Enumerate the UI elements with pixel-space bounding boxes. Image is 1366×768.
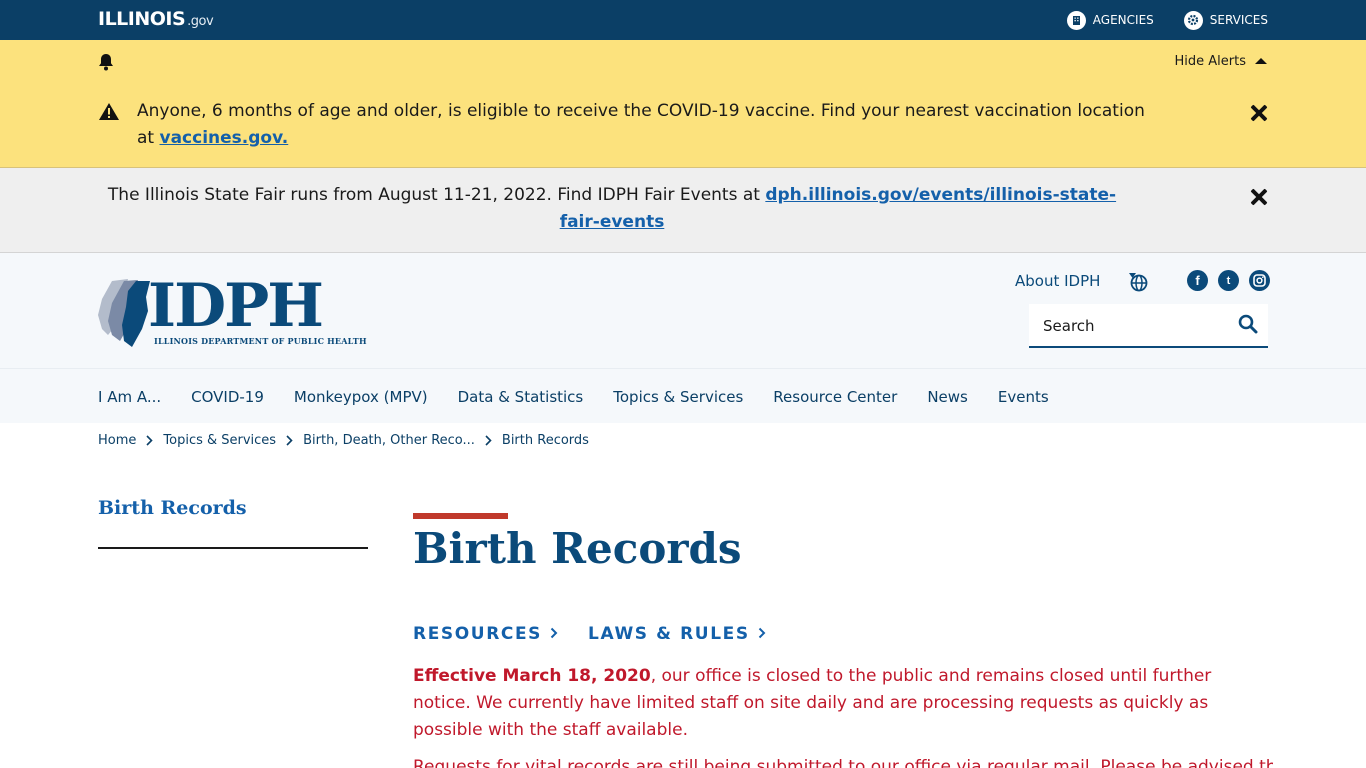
tab-resources-label: RESOURCES	[413, 624, 543, 644]
breadcrumb: Home Topics & Services Birth, Death, Oth…	[98, 433, 589, 448]
breadcrumb-home[interactable]: Home	[98, 433, 136, 448]
covid-alert-message: Anyone, 6 months of age and older, is el…	[137, 98, 1167, 152]
state-fair-alert-text: The Illinois State Fair runs from August…	[107, 185, 766, 205]
breadcrumb-topics-services[interactable]: Topics & Services	[163, 433, 276, 448]
state-fair-alert: The Illinois State Fair runs from August…	[0, 168, 1366, 253]
office-closure-notice: Effective March 18, 2020, our office is …	[413, 663, 1273, 744]
warning-icon	[98, 102, 120, 125]
illinois-gov-logo[interactable]: ILLINOIS .gov	[98, 8, 214, 30]
tab-resources[interactable]: RESOURCES	[413, 624, 558, 644]
chevron-right-icon	[286, 435, 293, 446]
bell-icon	[98, 53, 114, 75]
nav-item-events[interactable]: Events	[998, 388, 1049, 406]
nav-item-topics-services[interactable]: Topics & Services	[613, 388, 743, 406]
agencies-label: AGENCIES	[1092, 13, 1154, 27]
hide-alerts-toggle[interactable]: Hide Alerts	[1175, 54, 1269, 69]
chevron-right-icon	[758, 624, 766, 644]
vaccines-gov-link[interactable]: vaccines.gov.	[160, 128, 289, 148]
illinois-logo-text: ILLINOIS	[98, 8, 186, 30]
illinois-silhouette-icon	[98, 279, 150, 347]
idph-logo-subtitle: ILLINOIS DEPARTMENT OF PUBLIC HEALTH	[154, 336, 367, 346]
sidebar-title-link[interactable]: Birth Records	[98, 497, 247, 519]
covid-alert: Anyone, 6 months of age and older, is el…	[0, 84, 1366, 168]
hide-alerts-label: Hide Alerts	[1174, 54, 1247, 69]
social-links: f t	[1187, 270, 1270, 291]
facebook-icon[interactable]: f	[1187, 270, 1208, 291]
nav-item-monkeypox[interactable]: Monkeypox (MPV)	[294, 388, 428, 406]
nav-item-news[interactable]: News	[927, 388, 968, 406]
chevron-right-icon	[485, 435, 492, 446]
chevron-right-icon	[550, 624, 558, 644]
main-nav: I Am A... COVID-19 Monkeypox (MPV) Data …	[0, 368, 1366, 423]
title-accent-bar	[413, 513, 508, 519]
top-nav: AGENCIES SERVICES	[1066, 0, 1268, 40]
mail-requests-notice: Requests for vital records are still bei…	[413, 757, 1273, 768]
services-link[interactable]: SERVICES	[1183, 10, 1268, 30]
tab-laws-rules[interactable]: LAWS & RULES	[588, 624, 766, 644]
search-input[interactable]	[1043, 315, 1223, 337]
site-header: IDPH ILLINOIS DEPARTMENT OF PUBLIC HEALT…	[0, 253, 1366, 368]
page-title: Birth Records	[413, 524, 742, 573]
breadcrumb-current: Birth Records	[501, 433, 589, 448]
search-icon[interactable]	[1238, 314, 1258, 338]
nav-item-covid-19[interactable]: COVID-19	[191, 388, 264, 406]
sidebar-divider	[98, 547, 368, 549]
idph-logo[interactable]: IDPH ILLINOIS DEPARTMENT OF PUBLIC HEALT…	[98, 273, 367, 349]
close-state-fair-alert-icon[interactable]	[1250, 188, 1268, 206]
close-covid-alert-icon[interactable]	[1250, 104, 1268, 122]
top-bar: ILLINOIS .gov AGENCIES SERVICES	[0, 0, 1366, 40]
gears-icon	[1183, 10, 1203, 30]
instagram-icon[interactable]	[1249, 270, 1270, 291]
idph-logo-word: IDPH	[148, 271, 324, 341]
nav-item-data-statistics[interactable]: Data & Statistics	[458, 388, 584, 406]
state-fair-alert-message: The Illinois State Fair runs from August…	[98, 182, 1126, 236]
illinois-logo-suffix: .gov	[187, 14, 214, 29]
agencies-link[interactable]: AGENCIES	[1066, 10, 1154, 30]
building-icon	[1066, 10, 1086, 30]
nav-item-resource-center[interactable]: Resource Center	[773, 388, 897, 406]
breadcrumb-birth-death-records[interactable]: Birth, Death, Other Reco...	[303, 433, 475, 448]
twitter-icon[interactable]: t	[1218, 270, 1239, 291]
notice-effective-date: Effective March 18, 2020	[413, 666, 651, 686]
chevron-right-icon	[146, 435, 154, 446]
tab-laws-rules-label: LAWS & RULES	[588, 624, 750, 644]
search-box	[1029, 304, 1268, 348]
about-idph-link[interactable]: About IDPH	[1015, 272, 1100, 290]
services-label: SERVICES	[1209, 13, 1268, 27]
caret-up-icon	[1254, 54, 1268, 69]
nav-item-i-am-a[interactable]: I Am A...	[98, 388, 161, 406]
globe-translate-icon[interactable]	[1128, 272, 1148, 296]
alerts-header: Hide Alerts	[0, 40, 1366, 84]
content-tabs: RESOURCES LAWS & RULES	[413, 624, 766, 644]
